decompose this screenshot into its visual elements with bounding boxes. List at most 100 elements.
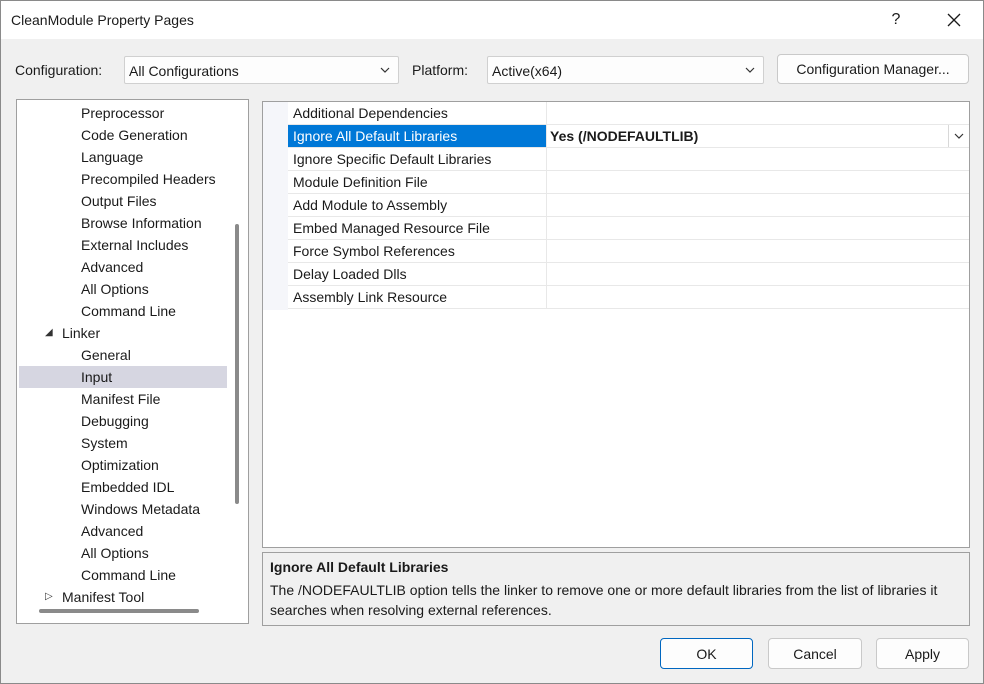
property-row[interactable]: Module Definition File <box>288 171 969 194</box>
property-row[interactable]: Additional Dependencies <box>288 102 969 125</box>
tree-item-linker[interactable]: ◢ Linker <box>19 322 227 344</box>
tree-item-preprocessor[interactable]: Preprocessor <box>19 102 227 124</box>
tree-item-precompiled-headers[interactable]: Precompiled Headers <box>19 168 227 190</box>
property-row[interactable]: Delay Loaded Dlls <box>288 263 969 286</box>
close-button[interactable] <box>925 1 983 39</box>
tree-item-label: Windows Metadata <box>81 501 201 517</box>
tree-item-advanced[interactable]: Advanced <box>19 256 227 278</box>
value-dropdown-button[interactable] <box>948 125 968 147</box>
tree-item-label: Preprocessor <box>81 105 165 121</box>
property-row[interactable]: Assembly Link Resource <box>288 286 969 309</box>
property-value[interactable]: Yes (/NODEFAULTLIB) <box>547 125 969 147</box>
tree-item-manifest-tool[interactable]: ▷ Manifest Tool <box>19 586 227 608</box>
title-bar: CleanModule Property Pages ? <box>1 1 983 39</box>
configuration-label: Configuration: <box>15 62 103 78</box>
configuration-value: All Configurations <box>129 63 239 79</box>
property-tree: Preprocessor Code Generation Language Preco… <box>16 99 249 624</box>
platform-dropdown[interactable]: Active(x64) <box>487 56 764 84</box>
tree-item-label: Embedded IDL <box>81 479 175 495</box>
tree-item-all-options[interactable]: All Options <box>19 542 227 564</box>
tree-item-embedded-idl[interactable]: Embedded IDL <box>19 476 227 498</box>
chevron-down-icon <box>380 67 390 73</box>
property-row[interactable]: Force Symbol References <box>288 240 969 263</box>
tree-item-label: Command Line <box>81 567 176 583</box>
expand-arrow-icon[interactable]: ▷ <box>45 586 53 608</box>
tree-item-label: Precompiled Headers <box>81 171 216 187</box>
apply-button[interactable]: Apply <box>876 638 969 669</box>
tree-item-language[interactable]: Language <box>19 146 227 168</box>
tree-item-label: General <box>81 347 131 363</box>
tree-item-windows-metadata[interactable]: Windows Metadata <box>19 498 227 520</box>
chevron-down-icon <box>954 133 963 139</box>
tree-item-label: Manifest File <box>81 391 161 407</box>
property-row[interactable]: Add Module to Assembly <box>288 194 969 217</box>
property-value[interactable] <box>547 102 969 124</box>
platform-value: Active(x64) <box>492 63 563 79</box>
property-row[interactable]: Embed Managed Resource File <box>288 217 969 240</box>
property-value[interactable] <box>547 194 969 216</box>
tree-item-optimization[interactable]: Optimization <box>19 454 227 476</box>
tree-item-label: External Includes <box>81 237 189 253</box>
property-row[interactable]: Ignore Specific Default Libraries <box>288 148 969 171</box>
tree-item-label: Code Generation <box>81 127 188 143</box>
collapse-arrow-icon[interactable]: ◢ <box>45 322 53 344</box>
property-name: Delay Loaded Dlls <box>288 263 547 285</box>
tree-item-input[interactable]: Input <box>19 366 227 388</box>
tree-item-advanced[interactable]: Advanced <box>19 520 227 542</box>
description-text: The /NODEFAULTLIB option tells the linke… <box>270 582 938 618</box>
property-name: Ignore Specific Default Libraries <box>288 148 547 170</box>
tree-item-label: System <box>81 435 128 451</box>
tree-item-label: Manifest Tool <box>62 589 145 605</box>
property-value[interactable] <box>547 217 969 239</box>
property-value[interactable] <box>547 286 969 308</box>
property-name: Ignore All Default Libraries <box>288 125 547 147</box>
configuration-dropdown[interactable]: All Configurations <box>124 56 399 84</box>
property-value[interactable] <box>547 148 969 170</box>
property-name: Module Definition File <box>288 171 547 193</box>
tree-item-command-line[interactable]: Command Line <box>19 300 227 322</box>
tree-item-external-includes[interactable]: External Includes <box>19 234 227 256</box>
tree-item-label: Linker <box>62 325 101 341</box>
tree-item-debugging[interactable]: Debugging <box>19 410 227 432</box>
ok-button[interactable]: OK <box>660 638 753 669</box>
tree-item-label: Advanced <box>81 523 144 539</box>
property-name: Force Symbol References <box>288 240 547 262</box>
tree-horizontal-scrollbar[interactable] <box>39 609 199 613</box>
property-row[interactable]: Ignore All Default Libraries Yes (/NODEFA… <box>288 125 969 148</box>
property-name: Assembly Link Resource <box>288 286 547 308</box>
tree-item-general[interactable]: General <box>19 344 227 366</box>
configuration-manager-button[interactable]: Configuration Manager... <box>777 54 969 84</box>
property-value[interactable] <box>547 171 969 193</box>
property-name: Add Module to Assembly <box>288 194 547 216</box>
property-name: Embed Managed Resource File <box>288 217 547 239</box>
cancel-button[interactable]: Cancel <box>768 638 862 669</box>
tree-item-all-options[interactable]: All Options <box>19 278 227 300</box>
help-button[interactable]: ? <box>867 1 925 39</box>
platform-label: Platform: <box>412 62 469 78</box>
close-icon <box>947 13 961 27</box>
tree-item-output-files[interactable]: Output Files <box>19 190 227 212</box>
property-grid: Additional Dependencies Ignore All Defaul… <box>262 101 970 548</box>
property-value[interactable] <box>547 240 969 262</box>
grid-gutter <box>263 102 288 310</box>
property-name: Additional Dependencies <box>288 102 547 124</box>
property-pages-dialog: CleanModule Property Pages ? Configurati… <box>0 0 984 684</box>
tree-item-system[interactable]: System <box>19 432 227 454</box>
tree-item-label: All Options <box>81 545 149 561</box>
property-value[interactable] <box>547 263 969 285</box>
tree-item-label: Input <box>81 369 113 385</box>
chevron-down-icon <box>745 67 755 73</box>
tree-item-label: Output Files <box>81 193 157 209</box>
description-panel: Ignore All Default Libraries The /NODEFA… <box>262 552 970 626</box>
tree-item-command-line[interactable]: Command Line <box>19 564 227 586</box>
window-title: CleanModule Property Pages <box>11 12 194 28</box>
description-title: Ignore All Default Libraries <box>270 559 449 575</box>
tree-item-label: Debugging <box>81 413 149 429</box>
tree-item-label: All Options <box>81 281 149 297</box>
tree-item-browse-information[interactable]: Browse Information <box>19 212 227 234</box>
tree-vertical-scrollbar[interactable] <box>235 224 239 504</box>
tree-item-label: Language <box>81 149 144 165</box>
tree-item-label: Browse Information <box>81 215 202 231</box>
tree-item-manifest-file[interactable]: Manifest File <box>19 388 227 410</box>
tree-item-code-generation[interactable]: Code Generation <box>19 124 227 146</box>
